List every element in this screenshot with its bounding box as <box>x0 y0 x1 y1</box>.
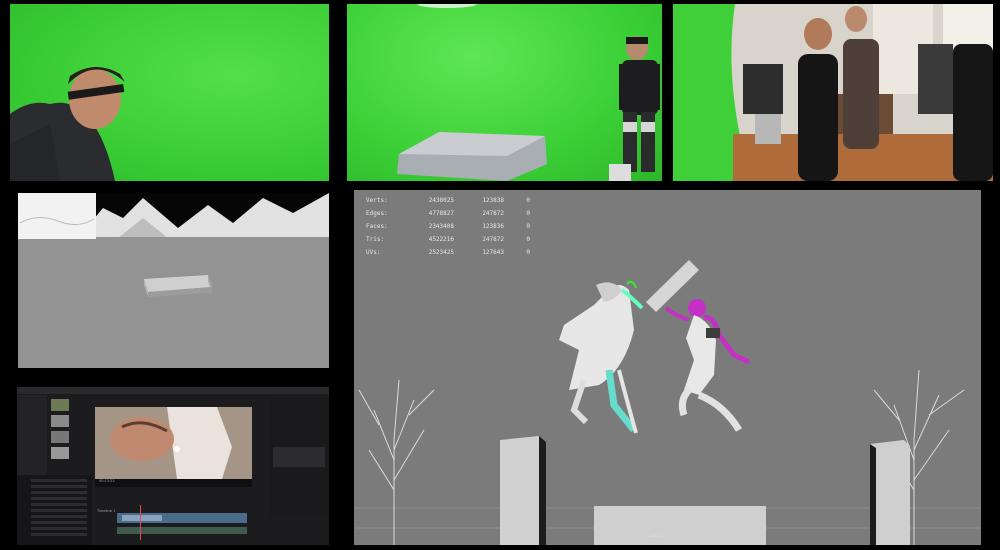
scene-viewport[interactable] <box>18 193 329 368</box>
stat-row-verts: Verts: 2438025 123838 0 <box>366 197 530 204</box>
camera-name-label: cam1 <box>649 532 666 539</box>
camera-feed-3 <box>673 4 993 181</box>
stat-row-uvs: UVs: 2523425 127643 0 <box>366 249 530 256</box>
poly-count-stats: Verts: 2438025 123838 0 Edges: 4778827 2… <box>366 194 530 259</box>
camera-feed-1 <box>10 4 329 181</box>
stat-row-edges: Edges: 4778827 247872 0 <box>366 210 530 217</box>
stat-row-faces: Faces: 2343408 123836 0 <box>366 223 530 230</box>
camera-feed-2 <box>347 4 662 181</box>
timecode-display: 00:13:22 <box>99 479 115 483</box>
animation-viewport[interactable]: Verts: 2438025 123838 0 Edges: 4778827 2… <box>354 190 981 545</box>
stat-row-tris: Tris: 4522216 247872 0 <box>366 236 530 243</box>
timeline-name: Timeline 1 <box>97 509 116 513</box>
video-editor-window[interactable]: 00:13:22 Timeline 1 <box>17 387 329 545</box>
